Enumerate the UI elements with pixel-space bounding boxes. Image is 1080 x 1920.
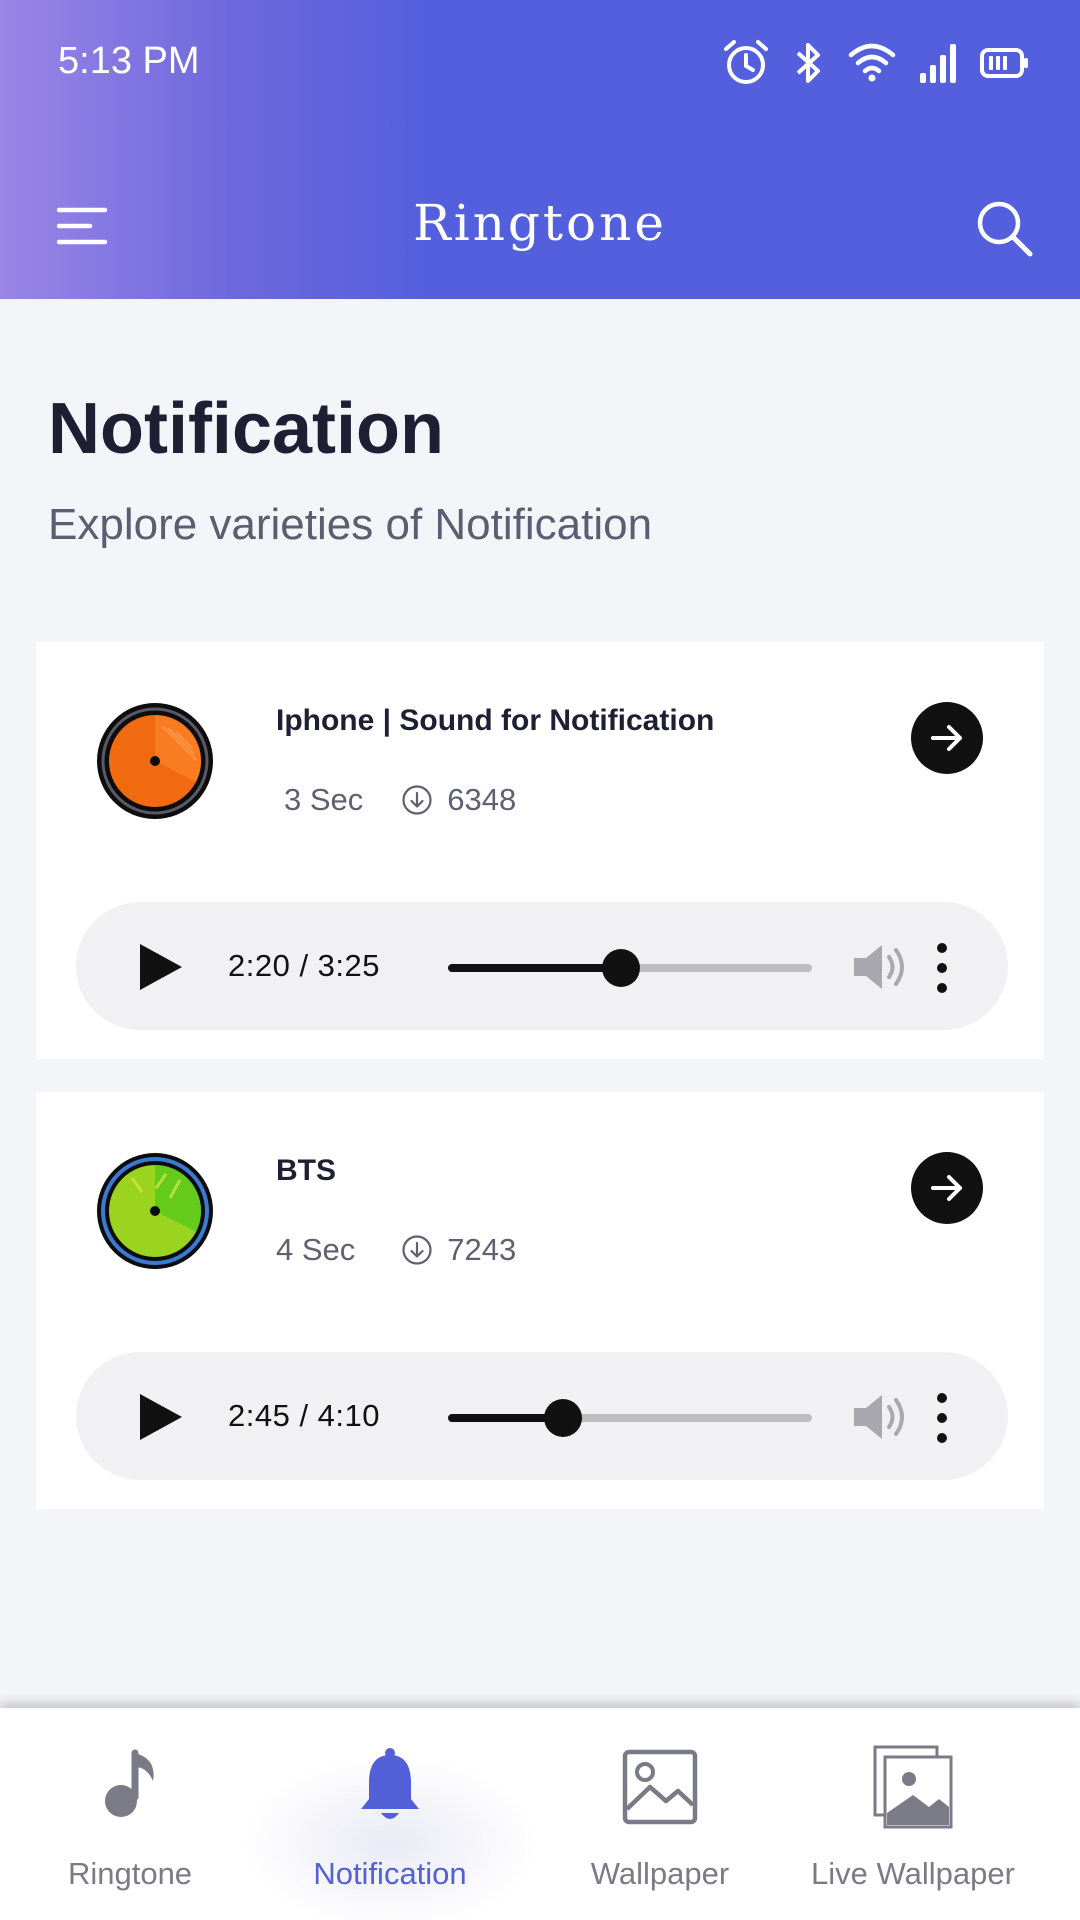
sound-card[interactable]: BTS 4 Sec 7243 2:45 / 4:10 — [36, 1092, 1044, 1509]
bluetooth-icon — [796, 43, 820, 83]
audio-player: 2:45 / 4:10 — [76, 1352, 1008, 1480]
page-subtitle: Explore varieties of Notification — [48, 500, 653, 549]
sound-title[interactable]: BTS — [276, 1154, 336, 1188]
vinyl-disc-icon — [97, 1153, 213, 1269]
nav-item-live-wallpaper[interactable]: Live Wallpaper — [800, 1708, 1026, 1920]
player-time: 2:45 / 4:10 — [228, 1398, 381, 1433]
status-bar: 5:13 PM — [0, 0, 1080, 125]
volume-icon — [854, 945, 904, 989]
page-title: Notification — [48, 389, 444, 469]
play-icon — [140, 944, 182, 990]
player-time: 2:20 / 3:25 — [228, 948, 381, 983]
more-options-button[interactable] — [934, 942, 950, 994]
seek-bar-thumb[interactable] — [602, 949, 641, 987]
download-icon — [402, 785, 432, 815]
play-button[interactable] — [136, 1392, 184, 1442]
seek-bar-thumb[interactable] — [544, 1399, 583, 1437]
open-sound-button[interactable] — [911, 702, 983, 774]
more-vertical-icon — [937, 943, 947, 993]
volume-button[interactable] — [852, 1392, 908, 1442]
bottom-navigation: Ringtone Notification Wallpaper Live Wal… — [0, 1708, 1080, 1920]
download-count: 6348 — [447, 782, 517, 817]
download-icon — [402, 1235, 432, 1265]
nav-label: Notification — [313, 1856, 467, 1891]
battery-icon — [980, 48, 1028, 78]
search-icon[interactable] — [974, 198, 1034, 258]
signal-icon — [920, 44, 956, 83]
music-note-icon — [85, 1742, 175, 1832]
sound-meta: 4 Sec 7243 — [276, 1232, 516, 1268]
volume-button[interactable] — [852, 942, 908, 992]
volume-icon — [854, 1395, 904, 1439]
more-options-button[interactable] — [934, 1392, 950, 1444]
sound-duration: 3 Sec — [284, 782, 364, 817]
nav-label: Live Wallpaper — [811, 1856, 1015, 1891]
play-icon — [140, 1394, 182, 1440]
more-vertical-icon — [937, 1393, 947, 1443]
download-count: 7243 — [447, 1232, 517, 1267]
seek-bar[interactable] — [448, 949, 812, 987]
wifi-icon — [848, 43, 896, 82]
nav-label: Ringtone — [67, 1856, 193, 1891]
status-icons — [722, 38, 1030, 88]
nav-label: Wallpaper — [590, 1856, 730, 1891]
app-header: 5:13 PM Ringtone — [0, 0, 1080, 299]
app-bar: Ringtone — [0, 170, 1080, 286]
status-time: 5:13 PM — [58, 40, 200, 82]
nav-item-notification[interactable]: Notification — [290, 1708, 490, 1920]
arrow-right-icon — [931, 1175, 962, 1201]
bell-icon — [345, 1742, 435, 1832]
app-title: Ringtone — [413, 194, 667, 252]
open-sound-button[interactable] — [911, 1152, 983, 1224]
sound-title[interactable]: Iphone | Sound for Notification — [276, 704, 714, 738]
image-icon — [615, 1742, 705, 1832]
images-stack-icon — [868, 1742, 958, 1832]
play-button[interactable] — [136, 942, 184, 992]
nav-item-wallpaper[interactable]: Wallpaper — [570, 1708, 750, 1920]
sound-meta: 3 Sec 6348 — [276, 782, 516, 818]
seek-bar-fill — [448, 964, 622, 972]
sound-card[interactable]: Iphone | Sound for Notification 3 Sec 63… — [36, 642, 1044, 1059]
alarm-icon — [724, 40, 768, 84]
seek-bar[interactable] — [448, 1399, 812, 1437]
vinyl-disc-icon — [97, 703, 213, 819]
audio-player: 2:20 / 3:25 — [76, 902, 1008, 1030]
arrow-right-icon — [931, 725, 962, 751]
sound-duration: 4 Sec — [276, 1232, 356, 1267]
nav-item-ringtone[interactable]: Ringtone — [40, 1708, 220, 1920]
